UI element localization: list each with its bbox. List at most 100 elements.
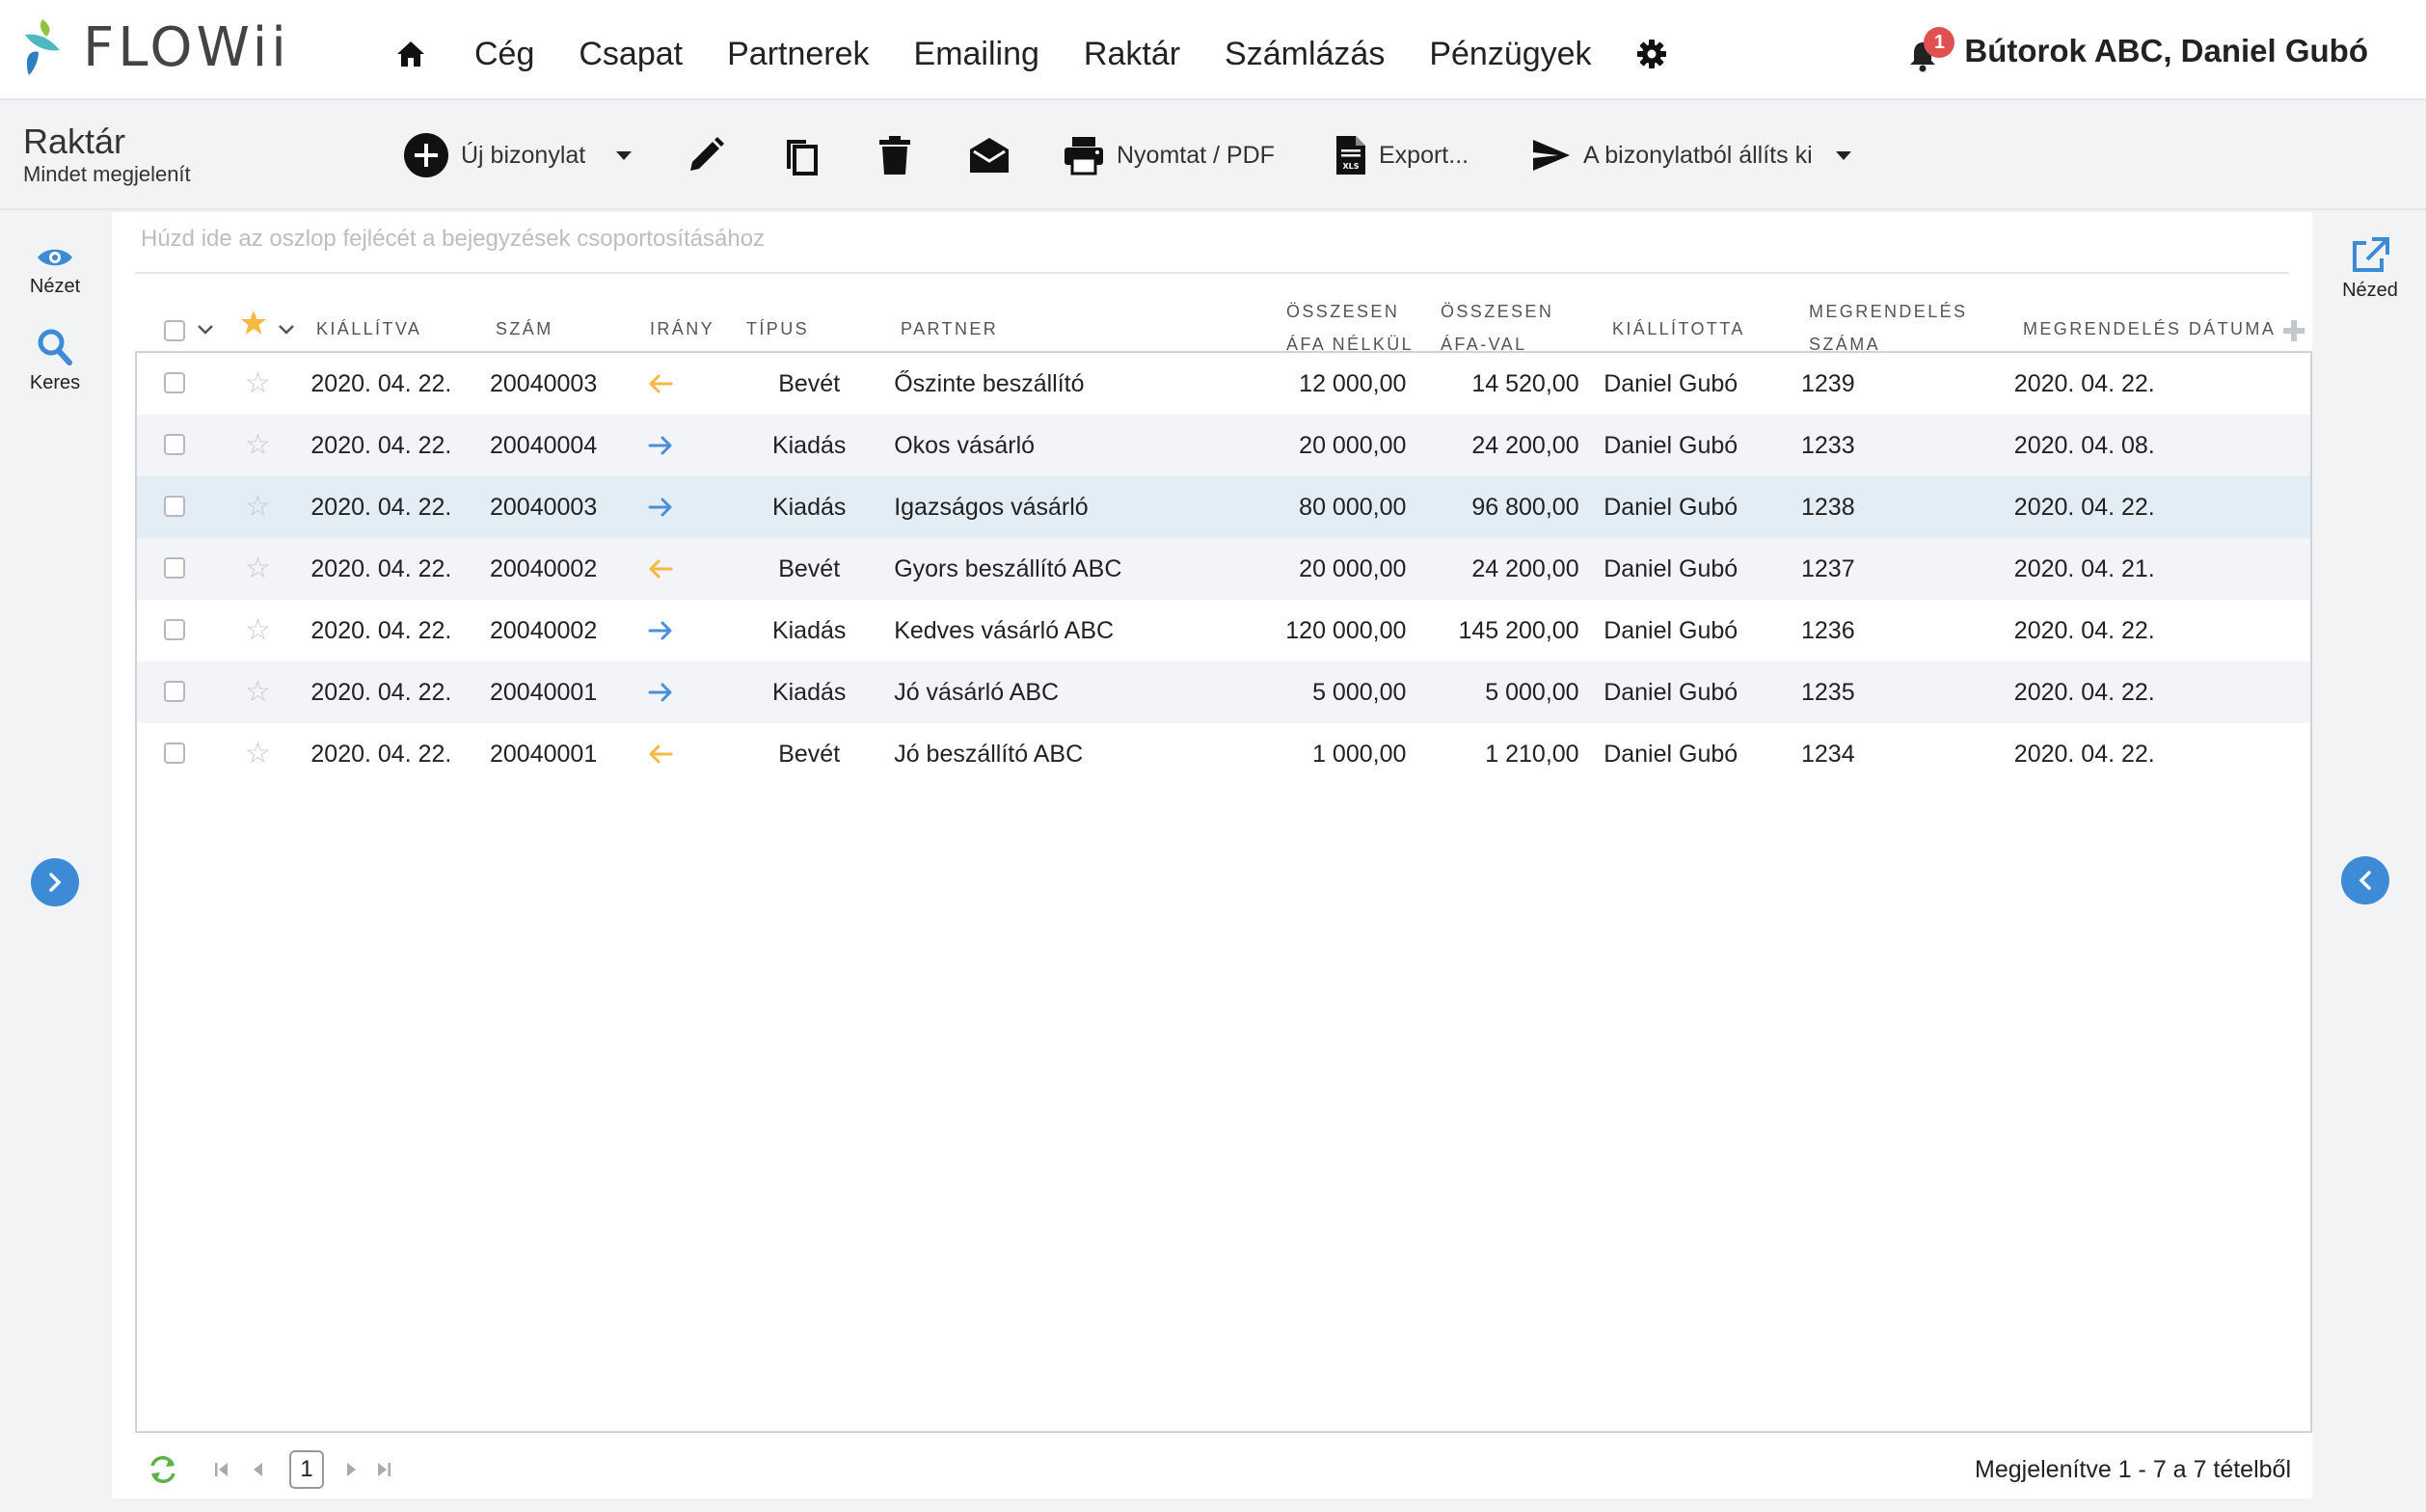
add-column-icon[interactable] xyxy=(2281,318,2306,343)
cell-order-no: 1235 xyxy=(1801,679,1855,706)
favorite-star-icon[interactable]: ☆ xyxy=(245,675,271,709)
nav-item-partnerek[interactable]: Partnerek xyxy=(727,36,869,73)
cell-number: 20040001 xyxy=(490,679,598,706)
chevron-down-icon[interactable] xyxy=(278,324,295,336)
copy-button[interactable] xyxy=(781,131,820,179)
settings-button[interactable] xyxy=(1636,39,1667,69)
nav-item-szamlazas[interactable]: Számlázás xyxy=(1225,36,1385,73)
favorite-star-icon[interactable]: ☆ xyxy=(245,366,271,400)
arrow-right-icon xyxy=(648,498,672,517)
previous-page-icon[interactable] xyxy=(249,1460,268,1479)
open-envelope-icon xyxy=(970,138,1009,173)
expand-left-panel-button[interactable] xyxy=(31,858,79,906)
table-row[interactable]: ☆ 2020. 04. 22. 20040001 Kiadás Jó vásárló A… xyxy=(137,662,2310,723)
arrow-right-icon xyxy=(648,683,672,702)
export-button[interactable]: XLS Export... xyxy=(1334,131,1469,179)
cell-order-no: 1236 xyxy=(1801,617,1855,644)
main-nav: Cég Csapat Partnerek Emailing Raktár Szá… xyxy=(395,0,1715,108)
new-document-button[interactable]: Új bizonylat xyxy=(403,131,633,179)
open-view-button[interactable]: Nézed xyxy=(2314,237,2426,302)
caret-down-icon[interactable] xyxy=(1834,149,1853,161)
delete-button[interactable] xyxy=(877,131,912,179)
cell-order-date: 2020. 04. 21. xyxy=(2013,555,2155,582)
search-label: Keres xyxy=(29,372,81,393)
caret-down-icon[interactable] xyxy=(614,149,633,161)
favorite-star-icon[interactable]: ☆ xyxy=(245,428,271,462)
cell-gross: 24 200,00 xyxy=(1471,432,1579,459)
flowii-logo[interactable]: FLOWii xyxy=(21,15,290,79)
favorite-star-icon[interactable]: ☆ xyxy=(245,552,271,585)
column-header-issued[interactable]: KIÁLLÍTVA xyxy=(316,312,421,345)
row-checkbox[interactable] xyxy=(164,619,185,640)
favorite-star-icon[interactable]: ☆ xyxy=(245,490,271,524)
row-checkbox[interactable] xyxy=(164,681,185,702)
row-checkbox[interactable] xyxy=(164,742,185,764)
expand-right-panel-button[interactable] xyxy=(2341,856,2389,904)
column-header-issued-by[interactable]: KIÁLLÍTOTTA xyxy=(1612,312,1745,345)
row-checkbox[interactable] xyxy=(164,496,185,517)
notifications-button[interactable]: 1 xyxy=(1908,27,1955,72)
cell-gross: 5 000,00 xyxy=(1485,679,1579,706)
nav-item-ceg[interactable]: Cég xyxy=(474,36,534,73)
print-pdf-button[interactable]: Nyomtat / PDF xyxy=(1063,131,1275,179)
column-header-type[interactable]: TÍPUS xyxy=(746,312,809,345)
column-header-direction[interactable]: IRÁNY xyxy=(650,312,714,345)
cell-gross: 96 800,00 xyxy=(1471,494,1579,521)
page-subtitle[interactable]: Mindet megjelenít xyxy=(23,162,191,187)
favorite-star-icon[interactable]: ☆ xyxy=(245,613,271,647)
cell-type: Bevét xyxy=(778,555,841,582)
favorite-star-icon[interactable]: ☆ xyxy=(245,737,271,770)
cell-gross: 14 520,00 xyxy=(1471,370,1579,397)
table-row[interactable]: ☆ 2020. 04. 22. 20040002 Kiadás Kedves vásár… xyxy=(137,600,2310,662)
current-page[interactable]: 1 xyxy=(289,1450,324,1489)
nav-item-penzugyek[interactable]: Pénzügyek xyxy=(1429,36,1591,73)
cell-gross: 24 200,00 xyxy=(1471,555,1579,582)
search-button[interactable]: Keres xyxy=(0,328,110,394)
email-button[interactable] xyxy=(968,131,1011,179)
arrow-left-icon xyxy=(649,374,673,393)
cell-net: 5 000,00 xyxy=(1312,679,1407,706)
add-circle-icon xyxy=(404,133,448,177)
issue-from-document-button[interactable]: A bizonylatból állíts ki xyxy=(1531,131,1853,179)
cell-type: Bevét xyxy=(778,370,841,397)
cell-order-no: 1239 xyxy=(1801,370,1855,397)
chevron-down-icon[interactable] xyxy=(197,324,214,336)
column-header-partner[interactable]: PARTNER xyxy=(901,312,998,345)
select-all-checkbox[interactable] xyxy=(164,320,185,341)
table-row[interactable]: ☆ 2020. 04. 22. 20040004 Kiadás Okos vásárló… xyxy=(137,415,2310,476)
search-icon xyxy=(38,329,72,365)
user-name[interactable]: Bútorok ABC, Daniel Gubó xyxy=(1964,33,2368,69)
table-row[interactable]: ☆ 2020. 04. 22. 20040003 Bevét Őszinte beszá… xyxy=(137,353,2310,415)
nav-item-raktar[interactable]: Raktár xyxy=(1084,36,1180,73)
last-page-icon[interactable] xyxy=(374,1460,393,1479)
nav-item-csapat[interactable]: Csapat xyxy=(579,36,683,73)
nav-item-emailing[interactable]: Emailing xyxy=(914,36,1039,73)
chevron-left-icon xyxy=(2359,871,2371,890)
table-row[interactable]: ☆ 2020. 04. 22. 20040002 Bevét Gyors beszáll… xyxy=(137,538,2310,600)
cell-issued: 2020. 04. 22. xyxy=(310,679,452,706)
table-row[interactable]: ☆ 2020. 04. 22. 20040003 Kiadás Igazságos vá… xyxy=(137,476,2310,538)
next-page-icon[interactable] xyxy=(341,1460,361,1479)
row-checkbox[interactable] xyxy=(164,372,185,393)
row-checkbox[interactable] xyxy=(164,434,185,455)
cell-net: 120 000,00 xyxy=(1285,617,1407,644)
view-button[interactable]: Nézet xyxy=(0,245,110,298)
table-row[interactable]: ☆ 2020. 04. 22. 20040001 Bevét Jó beszállító… xyxy=(137,723,2310,785)
column-header-number[interactable]: SZÁM xyxy=(496,312,553,345)
cell-net: 12 000,00 xyxy=(1299,370,1407,397)
cell-order-date: 2020. 04. 22. xyxy=(2013,679,2155,706)
cell-order-no: 1237 xyxy=(1801,555,1855,582)
refresh-icon[interactable] xyxy=(147,1454,179,1485)
home-button[interactable] xyxy=(395,40,426,68)
column-header-order-date[interactable]: MEGRENDELÉS DÁTUMA xyxy=(2023,312,2276,345)
cell-issued: 2020. 04. 22. xyxy=(310,494,452,521)
first-page-icon[interactable] xyxy=(212,1460,231,1479)
edit-button[interactable] xyxy=(687,131,725,179)
group-by-drop-zone[interactable]: Húzd ide az oszlop fejlécét a bejegyzése… xyxy=(141,226,765,253)
row-checkbox[interactable] xyxy=(164,557,185,579)
trash-icon xyxy=(879,136,910,175)
arrow-right-icon xyxy=(648,436,672,455)
star-filled-icon[interactable] xyxy=(239,309,268,338)
copy-icon xyxy=(787,140,818,176)
cell-issued-by: Daniel Gubó xyxy=(1604,741,1739,768)
